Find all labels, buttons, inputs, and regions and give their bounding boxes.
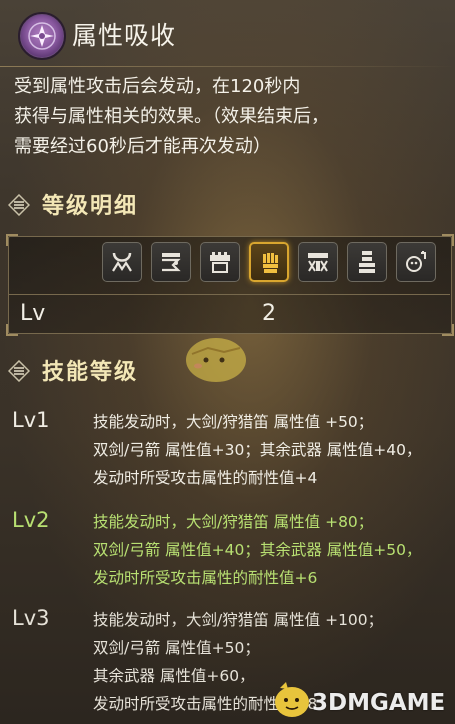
description-line: 需要经过60秒后才能再次发动） [14,136,271,157]
lance-icon[interactable] [347,242,387,282]
skill-level-2: Lv2 技能发动时，大剑/狩猎笛 属性值 +80； 双剑/弓箭 属性值+40；其… [12,508,452,598]
site-watermark: 3DMGAME [312,690,446,716]
insect-glaive-icon[interactable] [151,242,191,282]
hunting-horn-icon[interactable] [102,242,142,282]
effect-line: 双剑/弓箭 属性值+30；其余武器 属性值+40， [93,441,422,459]
description-line: 获得与属性相关的效果。（效果结束后， [14,106,329,127]
frame-corner [442,234,454,246]
gunlance-icon[interactable] [200,242,240,282]
site-logo-icon [275,682,309,717]
effect-line: 技能发动时，大剑/狩猎笛 属性值 +50； [93,413,374,431]
effect-line: 其余武器 属性值+60， [93,667,255,685]
level-detail-title: 等级明细 [42,194,139,219]
level-name: Lv2 [12,508,50,532]
element-absorb-icon [18,12,66,60]
skill-description: 受到属性攻击后会发动，在120秒内 获得与属性相关的效果。（效果结束后， 需要经… [14,72,444,162]
effect-line: 发动时所受攻击属性的耐性值+4 [93,469,318,487]
skill-level-1: Lv1 技能发动时，大剑/狩猎笛 属性值 +50； 双剑/弓箭 属性值+30；其… [12,408,452,498]
section-emblem-icon [8,360,30,382]
effect-line: 技能发动时，大剑/狩猎笛 属性值 +80； [93,513,374,531]
header-divider [0,66,455,67]
palico-gadget-icon[interactable] [396,242,436,282]
level-name: Lv3 [12,606,50,630]
effect-line: 发动时所受攻击属性的耐性值+6 [93,569,318,587]
section-emblem-icon [8,194,30,216]
mascot-watermark-icon [186,338,246,382]
skill-header: 属性吸收 [0,0,455,68]
description-line: 受到属性攻击后会发动，在120秒内 [14,76,301,97]
level-label: Lv [20,301,46,326]
heavy-bowgun-icon[interactable] [298,242,338,282]
gauntlet-icon[interactable] [249,242,289,282]
skill-levels-title: 技能等级 [42,360,139,385]
effect-line: 技能发动时，大剑/狩猎笛 属性值 +100； [93,611,384,629]
effect-line: 双剑/弓箭 属性值+50； [93,639,260,657]
frame-corner [6,234,18,246]
level-effects: 技能发动时，大剑/狩猎笛 属性值 +80； 双剑/弓箭 属性值+40；其余武器 … [93,508,422,592]
effect-line: 双剑/弓箭 属性值+40；其余武器 属性值+50， [93,541,422,559]
level-value: 2 [262,301,276,326]
level-effects: 技能发动时，大剑/狩猎笛 属性值 +50； 双剑/弓箭 属性值+30；其余武器 … [93,408,422,492]
level-name: Lv1 [12,408,50,432]
skill-title: 属性吸收 [72,21,177,50]
